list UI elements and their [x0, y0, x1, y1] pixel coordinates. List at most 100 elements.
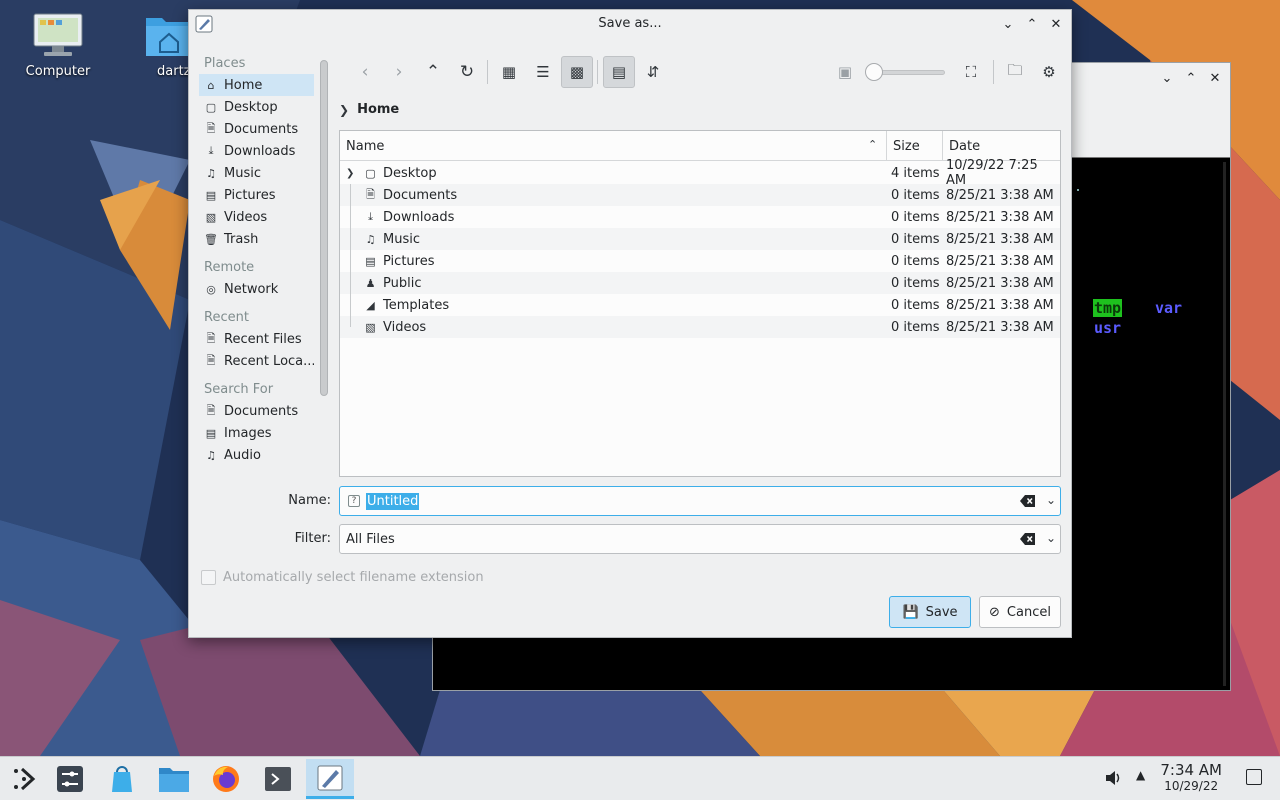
places-panel[interactable]: Places ⌂ Home ▢ Desktop 🗎 Documents ⤓ Downlo…	[199, 52, 314, 480]
desktop-icon-computer[interactable]: Computer	[8, 12, 108, 79]
file-row-templates[interactable]: ◢ Templates 0 items 8/25/21 3:38 AM	[340, 294, 1060, 316]
preview-icon[interactable]: ▤	[603, 56, 635, 88]
recent-locations-icon: 🗎	[206, 353, 216, 367]
cancel-button[interactable]: ⊘ Cancel	[979, 596, 1061, 628]
music-icon: ♫	[365, 232, 376, 246]
unknown-file-icon: ?	[348, 495, 360, 507]
place-search-audio[interactable]: ♫ Audio	[199, 444, 314, 466]
filter-combo[interactable]: All Files ⌄	[339, 524, 1061, 554]
zoom-slider-handle[interactable]	[865, 63, 883, 81]
options-icon[interactable]: ⚙	[1033, 56, 1065, 88]
save-as-dialog[interactable]: Save as... ⌄ ⌃ ✕ Places ⌂ Home ▢ Desktop 🗎…	[188, 9, 1072, 638]
minimize-icon[interactable]: ⌄	[999, 15, 1017, 33]
file-row-public[interactable]: ♟ Public 0 items 8/25/21 3:38 AM	[340, 272, 1060, 294]
parent-folder-icon[interactable]: ⌃	[417, 56, 449, 88]
file-date: 8/25/21 3:38 AM	[946, 297, 1054, 313]
show-desktop-icon[interactable]	[1246, 769, 1262, 785]
expand-arrow-icon[interactable]: ❯	[346, 168, 354, 179]
filename-input[interactable]: Untitled	[366, 493, 420, 510]
file-row-desktop[interactable]: ❯ ▢ Desktop 4 items 10/29/22 7:25 AM	[340, 158, 1060, 188]
place-label: Videos	[224, 209, 268, 225]
place-desktop[interactable]: ▢ Desktop	[199, 96, 314, 118]
place-recent-files[interactable]: 🗎 Recent Files	[199, 328, 314, 350]
file-row-documents[interactable]: 🗎 Documents 0 items 8/25/21 3:38 AM	[340, 184, 1060, 206]
close-icon[interactable]: ✕	[1047, 15, 1065, 33]
maximize-icon[interactable]: ⌃	[1023, 15, 1041, 33]
zoom-in-icon[interactable]: ⛶	[955, 56, 987, 88]
file-toolbar[interactable]: ‹ › ⌃ ↻ ▦ ☰ ▩ ▤ ⇵ ▣ ⛶ 🗀 ⚙	[349, 56, 1059, 88]
compact-view-icon[interactable]: ☰	[527, 56, 559, 88]
icons-view-icon[interactable]: ▦	[493, 56, 525, 88]
close-icon[interactable]: ✕	[1206, 69, 1224, 87]
clear-text-icon[interactable]	[1020, 532, 1036, 546]
column-size[interactable]: Size	[886, 131, 942, 161]
name-label: Name:	[288, 493, 331, 508]
system-tray-expand-icon[interactable]: ▲	[1136, 768, 1145, 782]
zoom-slider[interactable]	[873, 70, 945, 75]
place-documents[interactable]: 🗎 Documents	[199, 118, 314, 140]
place-pictures[interactable]: ▤ Pictures	[199, 184, 314, 206]
place-videos[interactable]: ▧ Videos	[199, 206, 314, 228]
volume-icon[interactable]	[1104, 769, 1122, 791]
discover-store-icon[interactable]	[98, 759, 146, 799]
clear-text-icon[interactable]	[1020, 494, 1036, 508]
place-network[interactable]: ◎ Network	[199, 278, 314, 300]
app-launcher-icon[interactable]	[0, 759, 48, 799]
file-row-pictures[interactable]: ▤ Pictures 0 items 8/25/21 3:38 AM	[340, 250, 1060, 272]
maximize-icon[interactable]: ⌃	[1182, 69, 1200, 87]
forward-icon[interactable]: ›	[383, 56, 415, 88]
file-row-videos[interactable]: ▧ Videos 0 items 8/25/21 3:38 AM	[340, 316, 1060, 338]
breadcrumb-home[interactable]: Home	[357, 102, 399, 117]
home-icon: ⌂	[207, 78, 215, 92]
place-music[interactable]: ♫ Music	[199, 162, 314, 184]
place-search-images[interactable]: ▤ Images	[199, 422, 314, 444]
konsole-terminal-icon[interactable]	[254, 759, 302, 799]
file-row-music[interactable]: ♫ Music 0 items 8/25/21 3:38 AM	[340, 228, 1060, 250]
detail-tree-view-icon[interactable]: ▩	[561, 56, 593, 88]
file-list[interactable]: Name ⌃ Size Date ❯ ▢ Desktop 4 items 10/…	[339, 130, 1061, 477]
terminal-scrollbar[interactable]	[1223, 162, 1226, 686]
pictures-icon: ▤	[205, 188, 217, 202]
minimize-icon[interactable]: ⌄	[1158, 69, 1176, 87]
chevron-down-icon[interactable]: ⌄	[1046, 531, 1056, 545]
auto-extension-checkbox[interactable]: Automatically select filename extension	[201, 570, 484, 585]
zoom-out-icon[interactable]: ▣	[829, 56, 861, 88]
firefox-icon[interactable]	[202, 759, 250, 799]
place-label: Audio	[224, 447, 261, 463]
sort-icon[interactable]: ⇵	[637, 56, 669, 88]
desktop-icon-home[interactable]: dartz	[122, 12, 194, 79]
back-icon[interactable]: ‹	[349, 56, 381, 88]
music-icon: ♫	[206, 166, 216, 180]
filename-combo[interactable]: ? Untitled ⌄	[339, 486, 1061, 516]
breadcrumb[interactable]: ❯ Home	[339, 102, 399, 117]
place-trash[interactable]: 🗑 Trash	[199, 228, 314, 250]
dolphin-file-manager-icon[interactable]	[150, 759, 198, 799]
file-row-downloads[interactable]: ⤓ Downloads 0 items 8/25/21 3:38 AM	[340, 206, 1060, 228]
places-heading: Places	[204, 55, 246, 71]
home-folder-icon	[144, 12, 194, 58]
digital-clock[interactable]: 7:34 AM 10/29/22	[1160, 761, 1222, 793]
taskbar[interactable]: ▲ 7:34 AM 10/29/22	[0, 756, 1280, 800]
save-button[interactable]: 💾 Save	[889, 596, 971, 628]
place-recent-locations[interactable]: 🗎 Recent Loca...	[199, 350, 314, 372]
column-name[interactable]: Name	[340, 131, 886, 161]
checkbox-box[interactable]	[201, 570, 216, 585]
reload-icon[interactable]: ↻	[451, 56, 483, 88]
filter-input[interactable]: All Files	[346, 532, 395, 547]
chevron-right-icon[interactable]: ❯	[339, 103, 349, 117]
videos-icon: ▧	[365, 320, 376, 334]
network-icon: ◎	[206, 282, 216, 296]
terminal-dir-tmp: tmp	[1093, 299, 1123, 317]
place-search-documents[interactable]: 🗎 Documents	[199, 400, 314, 422]
places-scrollbar[interactable]	[320, 60, 328, 396]
chevron-down-icon[interactable]: ⌄	[1046, 493, 1056, 507]
dialog-titlebar[interactable]: Save as... ⌄ ⌃ ✕	[189, 10, 1071, 38]
column-date[interactable]: Date	[942, 131, 1060, 161]
place-home[interactable]: ⌂ Home	[199, 74, 314, 96]
kwrite-editor-icon[interactable]	[306, 759, 354, 799]
new-folder-icon[interactable]: 🗀	[999, 56, 1031, 88]
place-downloads[interactable]: ⤓ Downloads	[199, 140, 314, 162]
place-label: Recent Loca...	[224, 353, 314, 369]
file-name: Downloads	[383, 209, 455, 225]
system-settings-icon[interactable]	[46, 759, 94, 799]
